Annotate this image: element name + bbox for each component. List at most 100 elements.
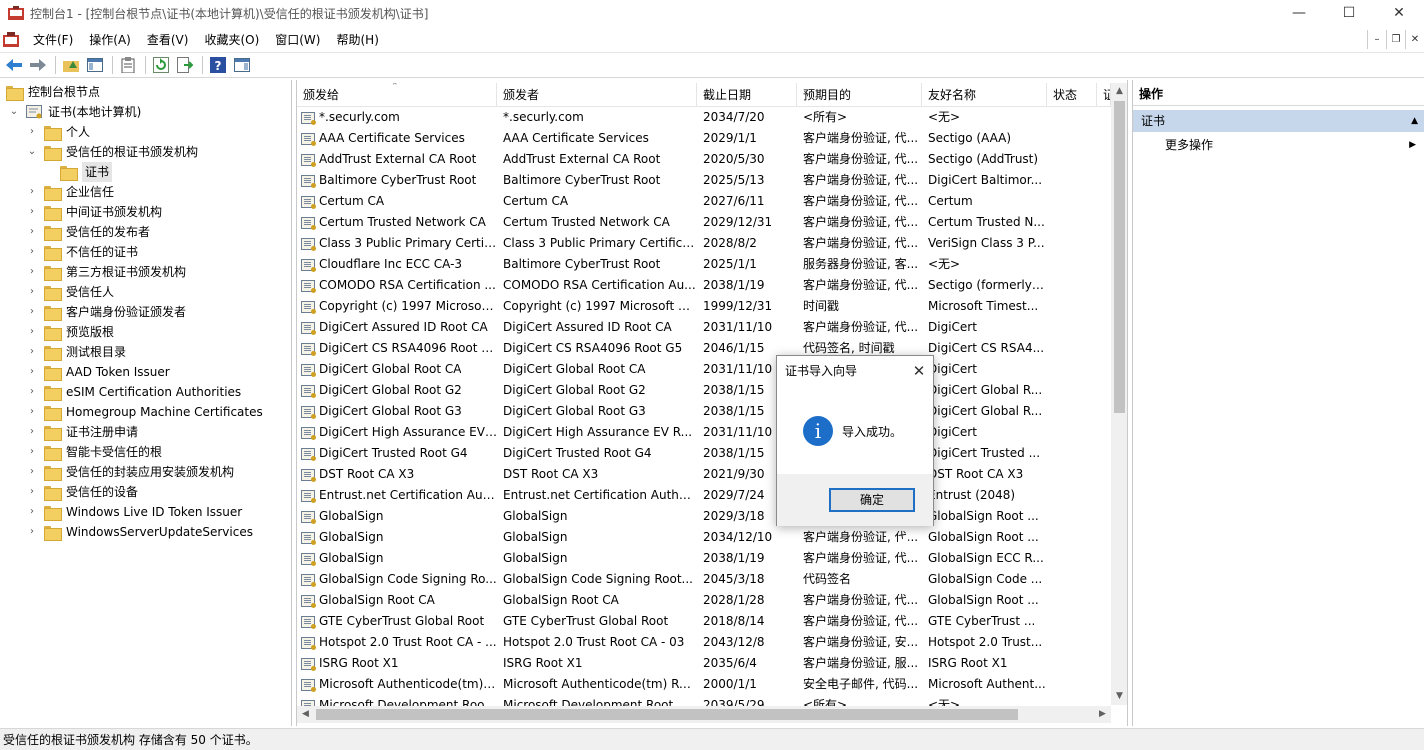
- tree-item[interactable]: › 客户端身份验证颁发者: [26, 302, 186, 322]
- collapse-up-icon[interactable]: ▲: [1411, 110, 1418, 132]
- ok-button[interactable]: 确定: [829, 488, 915, 512]
- table-row[interactable]: Baltimore CyberTrust Root Baltimore Cyber…: [297, 170, 1111, 191]
- tree-item[interactable]: › 受信任的设备: [26, 482, 138, 502]
- menu-window[interactable]: 窗口(W): [267, 29, 328, 51]
- expand-chevron-icon[interactable]: ›: [26, 242, 38, 262]
- column-header[interactable]: 友好名称: [922, 83, 1047, 107]
- tree-item[interactable]: › eSIM Certification Authorities: [26, 382, 241, 402]
- table-row[interactable]: Copyright (c) 1997 Microsoft... Copyright…: [297, 296, 1111, 317]
- menu-file[interactable]: 文件(F): [25, 29, 81, 51]
- expand-chevron-icon[interactable]: ›: [26, 122, 38, 142]
- table-row[interactable]: DST Root CA X3DST Root CA X32021/9/30客户端…: [297, 464, 1111, 485]
- table-row[interactable]: Certum CA Certum CA 2027/6/11 客户端身份验证, 代...…: [297, 191, 1111, 212]
- expand-chevron-icon[interactable]: ›: [26, 382, 38, 402]
- table-row[interactable]: ISRG Root X1 ISRG Root X1 2035/6/4 客户端身份验证,…: [297, 653, 1111, 674]
- table-row[interactable]: GTE CyberTrust Global Root GTE CyberTrust…: [297, 611, 1111, 632]
- tree-item[interactable]: › 不信任的证书: [26, 242, 138, 262]
- menu-favorites[interactable]: 收藏夹(O): [196, 29, 267, 51]
- tree-item-local-computer[interactable]: ⌄ 证书(本地计算机): [8, 102, 141, 122]
- collapse-chevron-icon[interactable]: ⌄: [26, 142, 38, 162]
- column-header[interactable]: 颁发给 ⌃: [297, 83, 497, 107]
- tree-item[interactable]: › 受信任的发布者: [26, 222, 150, 242]
- expand-chevron-icon[interactable]: ›: [26, 442, 38, 462]
- refresh-icon[interactable]: [150, 54, 172, 76]
- expand-chevron-icon[interactable]: ›: [26, 522, 38, 542]
- tree-root[interactable]: 控制台根节点: [6, 82, 100, 102]
- table-row[interactable]: Hotspot 2.0 Trust Root CA - ... Hotspot 2…: [297, 632, 1111, 653]
- back-arrow-icon[interactable]: [3, 54, 25, 76]
- tree-item[interactable]: › 个人: [26, 122, 90, 142]
- tree-item[interactable]: › 证书注册申请: [26, 422, 138, 442]
- table-row[interactable]: DigiCert CS RSA4096 Root G5 DigiCert CS R…: [297, 338, 1111, 359]
- vertical-scroll-thumb[interactable]: [1114, 101, 1125, 413]
- horizontal-scroll-thumb[interactable]: [316, 709, 1018, 720]
- table-row[interactable]: GlobalSign Code Signing Ro... GlobalSign …: [297, 569, 1111, 590]
- menu-help[interactable]: 帮助(H): [328, 29, 386, 51]
- tree-item[interactable]: › AAD Token Issuer: [26, 362, 170, 382]
- menu-view[interactable]: 查看(V): [139, 29, 197, 51]
- table-row[interactable]: GlobalSign GlobalSign 2038/1/19 客户端身份验证, 代.…: [297, 548, 1111, 569]
- table-row[interactable]: DigiCert Global Root CA DigiCert Global R…: [297, 359, 1111, 380]
- more-actions-item[interactable]: 更多操作 ▶: [1133, 134, 1424, 156]
- expand-chevron-icon[interactable]: ›: [26, 482, 38, 502]
- tree-item[interactable]: › WindowsServerUpdateServices: [26, 522, 253, 542]
- dialog-close-icon[interactable]: ✕: [911, 356, 927, 386]
- menu-action[interactable]: 操作(A): [81, 29, 139, 51]
- tree-item[interactable]: › 第三方根证书颁发机构: [26, 262, 186, 282]
- tree-item[interactable]: › 预览版根: [26, 322, 114, 342]
- scroll-left-icon[interactable]: ◀: [297, 706, 314, 723]
- close-button[interactable]: ✕: [1374, 0, 1424, 26]
- table-row[interactable]: DigiCert Assured ID Root CA DigiCert Assu…: [297, 317, 1111, 338]
- column-header[interactable]: 证: [1097, 83, 1111, 107]
- expand-chevron-icon[interactable]: ›: [26, 302, 38, 322]
- column-header[interactable]: 预期目的: [797, 83, 922, 107]
- table-row[interactable]: AddTrust External CA Root AddTrust Extern…: [297, 149, 1111, 170]
- table-row[interactable]: Cloudflare Inc ECC CA-3 Baltimore CyberTr…: [297, 254, 1111, 275]
- maximize-button[interactable]: ☐: [1324, 0, 1374, 26]
- help-icon[interactable]: ?: [207, 54, 229, 76]
- table-row[interactable]: Class 3 Public Primary Certifi... Class 3…: [297, 233, 1111, 254]
- scroll-up-icon[interactable]: ▲: [1111, 83, 1127, 100]
- tree-item[interactable]: › 企业信任: [26, 182, 114, 202]
- expand-chevron-icon[interactable]: ›: [26, 402, 38, 422]
- expand-chevron-icon[interactable]: ›: [26, 462, 38, 482]
- tree-item[interactable]: › 智能卡受信任的根: [26, 442, 162, 462]
- table-row[interactable]: Microsoft Authenticode(tm) ... Microsoft …: [297, 674, 1111, 695]
- tree-item[interactable]: › 中间证书颁发机构: [26, 202, 162, 222]
- certificate-list[interactable]: 颁发给⌃颁发者截止日期预期目的友好名称状态证 *.securly.com*.se…: [296, 80, 1128, 726]
- child-restore-button[interactable]: ❐: [1386, 30, 1405, 49]
- tree-item[interactable]: › Windows Live ID Token Issuer: [26, 502, 242, 522]
- console-tree[interactable]: 控制台根节点 ⌄ 证书(本地计算机) › 个人 ⌄ 受信任的根证书颁发机构 证书 › 企业信…: [0, 80, 292, 726]
- column-header[interactable]: 截止日期: [697, 83, 797, 107]
- table-row[interactable]: AAA Certificate Services AAA Certificate …: [297, 128, 1111, 149]
- expand-chevron-icon[interactable]: ›: [26, 342, 38, 362]
- forward-arrow-icon[interactable]: [27, 54, 49, 76]
- expand-chevron-icon[interactable]: ›: [26, 262, 38, 282]
- properties-icon[interactable]: [117, 54, 139, 76]
- table-row[interactable]: *.securly.com *.securly.com 2034/7/20 <所有> <…: [297, 107, 1111, 128]
- expand-chevron-icon[interactable]: ›: [26, 222, 38, 242]
- expand-chevron-icon[interactable]: ›: [26, 202, 38, 222]
- up-folder-icon[interactable]: [60, 54, 82, 76]
- expand-chevron-icon[interactable]: ›: [26, 362, 38, 382]
- tree-item[interactable]: ⌄ 受信任的根证书颁发机构: [26, 142, 198, 162]
- tree-item[interactable]: › 受信任的封装应用安装颁发机构: [26, 462, 234, 482]
- scroll-down-icon[interactable]: ▼: [1111, 688, 1127, 705]
- tree-item[interactable]: 证书: [46, 162, 113, 182]
- actions-section-certificates[interactable]: 证书 ▲: [1133, 110, 1424, 132]
- table-row[interactable]: Certum Trusted Network CA Certum Trusted …: [297, 212, 1111, 233]
- minimize-button[interactable]: —: [1274, 0, 1324, 26]
- expand-chevron-icon[interactable]: ›: [26, 422, 38, 442]
- show-hide-action-pane-icon[interactable]: [231, 54, 253, 76]
- expand-chevron-icon[interactable]: ›: [26, 322, 38, 342]
- scroll-right-icon[interactable]: ▶: [1094, 706, 1111, 723]
- collapse-chevron-icon[interactable]: ⌄: [8, 102, 20, 122]
- vertical-scrollbar[interactable]: ▲ ▼: [1111, 83, 1127, 705]
- table-row[interactable]: DigiCert High Assurance EV ... DigiCert H…: [297, 422, 1111, 443]
- expand-chevron-icon[interactable]: ›: [26, 282, 38, 302]
- expand-chevron-icon[interactable]: ›: [26, 502, 38, 522]
- expand-chevron-icon[interactable]: ›: [26, 182, 38, 202]
- table-row[interactable]: DigiCert Global Root G2 DigiCert Global R…: [297, 380, 1111, 401]
- export-list-icon[interactable]: [174, 54, 196, 76]
- column-header[interactable]: 颁发者: [497, 83, 697, 107]
